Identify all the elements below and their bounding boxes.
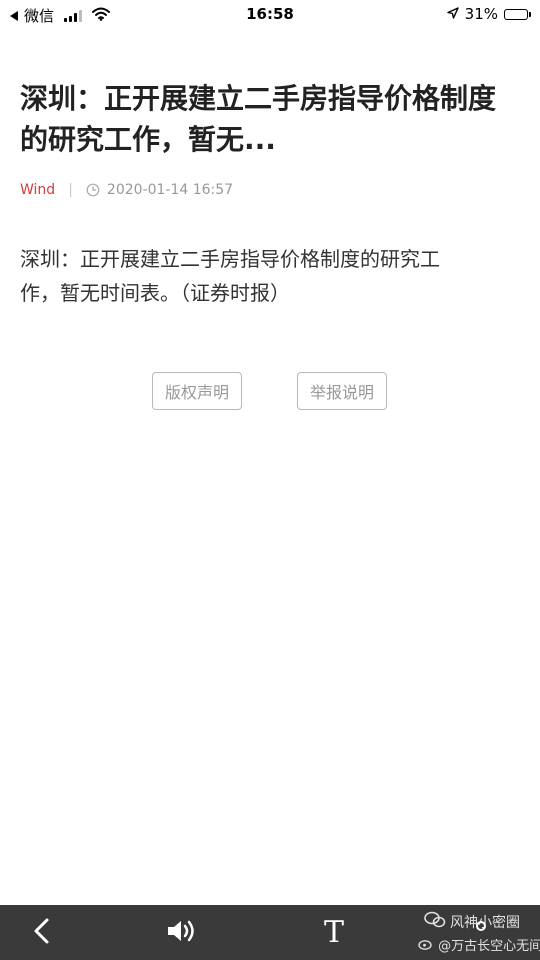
battery-percent: 31% bbox=[464, 5, 498, 23]
font-size-icon: T bbox=[323, 915, 344, 950]
report-button[interactable]: 举报说明 bbox=[297, 372, 387, 410]
body-line-1: 深圳：正开展建立二手房指导价格制度的研究工 bbox=[20, 247, 440, 271]
status-bar: 微信 16:58 31% bbox=[0, 0, 540, 30]
publish-datetime: 2020-01-14 16:57 bbox=[106, 182, 234, 198]
speaker-icon bbox=[165, 918, 199, 948]
chevron-left-icon bbox=[32, 917, 52, 949]
location-arrow-icon bbox=[446, 5, 459, 23]
toolbar-back-button[interactable] bbox=[24, 905, 60, 960]
audio-button[interactable] bbox=[160, 905, 204, 960]
clock-icon bbox=[86, 183, 100, 197]
copyright-button[interactable]: 版权声明 bbox=[152, 372, 242, 410]
font-size-button[interactable]: T bbox=[312, 905, 356, 960]
status-right: 31% bbox=[446, 5, 531, 23]
article-actions: 版权声明 举报说明 bbox=[0, 372, 540, 410]
body-line-2: 作，暂无时间表。（证券时报） bbox=[20, 281, 290, 305]
bottom-toolbar: T bbox=[0, 905, 540, 960]
headline: 深圳：正开展建立二手房指导价格制度 的研究工作，暂无... bbox=[20, 78, 520, 160]
headline-line-1: 深圳：正开展建立二手房指导价格制度 bbox=[20, 82, 497, 115]
battery-icon bbox=[504, 8, 531, 20]
share-button[interactable] bbox=[466, 905, 496, 960]
article-body: 深圳：正开展建立二手房指导价格制度的研究工 作，暂无时间表。（证券时报） bbox=[20, 242, 520, 310]
meta-divider: | bbox=[68, 182, 73, 198]
article: 深圳：正开展建立二手房指导价格制度 的研究工作，暂无... Wind | 202… bbox=[20, 78, 520, 310]
headline-line-2: 的研究工作，暂无... bbox=[20, 123, 276, 156]
article-meta: Wind | 2020-01-14 16:57 bbox=[20, 180, 520, 200]
share-icon bbox=[470, 919, 492, 947]
source-label[interactable]: Wind bbox=[20, 182, 55, 198]
